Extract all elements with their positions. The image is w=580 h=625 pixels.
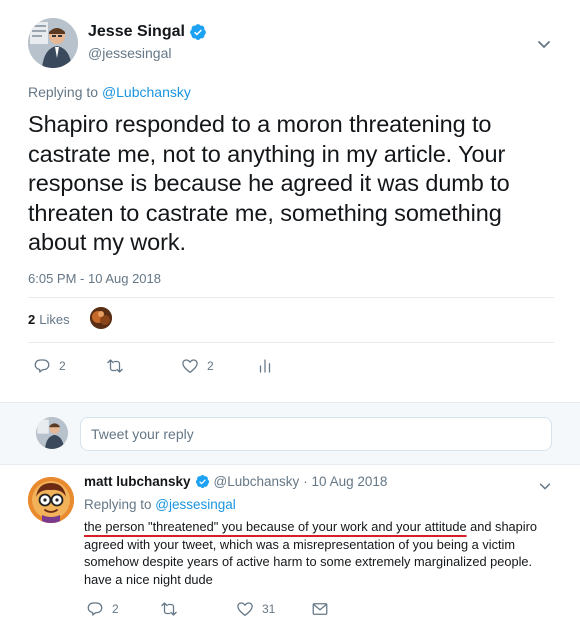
reply-text-underlined: the person "threatened" you because of y… [84,519,467,534]
likes-label: Likes [39,312,70,327]
analytics-icon [259,359,271,373]
reply-header: matt lubchansky @Lubchansky · 10 Aug 201… [84,474,387,489]
like-action[interactable]: 2 [181,357,214,375]
author-handle[interactable]: @jessesingal [88,45,171,61]
replying-to-link[interactable]: @Lubchansky [102,84,191,100]
replying-prefix: Replying to [28,84,102,100]
like-action[interactable]: 31 [236,600,275,618]
reply-count: 2 [112,602,119,616]
retweet-icon [161,602,177,616]
reply-action[interactable]: 2 [33,357,66,375]
reply-replying-to: Replying to @jessesingal [84,497,236,512]
like-icon [237,602,253,617]
retweet-icon [107,359,123,373]
reply-text: the person "threatened" you because of y… [84,518,560,588]
divider [28,297,554,298]
author-name-text[interactable]: Jesse Singal [88,23,185,41]
reply-author-name[interactable]: matt lubchansky [84,474,191,489]
reply-action[interactable]: 2 [86,600,119,618]
like-count: 2 [207,359,214,373]
likes-summary[interactable]: 2 Likes [28,312,70,327]
verified-icon [195,474,209,489]
main-tweet: Jesse Singal @jessesingal Replying to @L… [0,0,580,402]
replying-prefix: Replying to [84,497,156,512]
reply-author-handle[interactable]: @Lubchansky [214,474,300,489]
reply-count: 2 [59,359,66,373]
divider [28,342,554,343]
chevron-down-icon[interactable] [538,479,552,493]
current-user-avatar[interactable] [36,417,68,449]
reply-date[interactable]: · 10 Aug 2018 [303,474,387,489]
like-icon [182,359,198,374]
like-count: 31 [262,602,276,616]
chevron-down-icon[interactable] [536,36,552,52]
verified-icon [190,24,206,40]
author-name[interactable]: Jesse Singal [88,23,207,41]
reply-icon [87,602,103,616]
tweet-text: Shapiro responded to a moron threatening… [28,111,510,255]
retweet-action[interactable] [106,357,132,375]
analytics-action[interactable] [256,357,274,375]
reply-author-avatar[interactable] [28,477,74,523]
liker-avatar[interactable] [90,307,112,329]
author-avatar[interactable] [28,18,78,68]
direct-message-action[interactable] [311,600,329,618]
replying-to-link[interactable]: @jessesingal [155,497,236,512]
retweet-action[interactable] [160,600,186,618]
reply-icon [34,359,50,373]
replying-to: Replying to @Lubchansky [28,84,191,100]
reply-input[interactable] [80,417,552,451]
likes-count: 2 [28,312,36,327]
direct-message-icon [312,603,328,615]
tweet-timestamp[interactable]: 6:05 PM - 10 Aug 2018 [28,271,161,286]
